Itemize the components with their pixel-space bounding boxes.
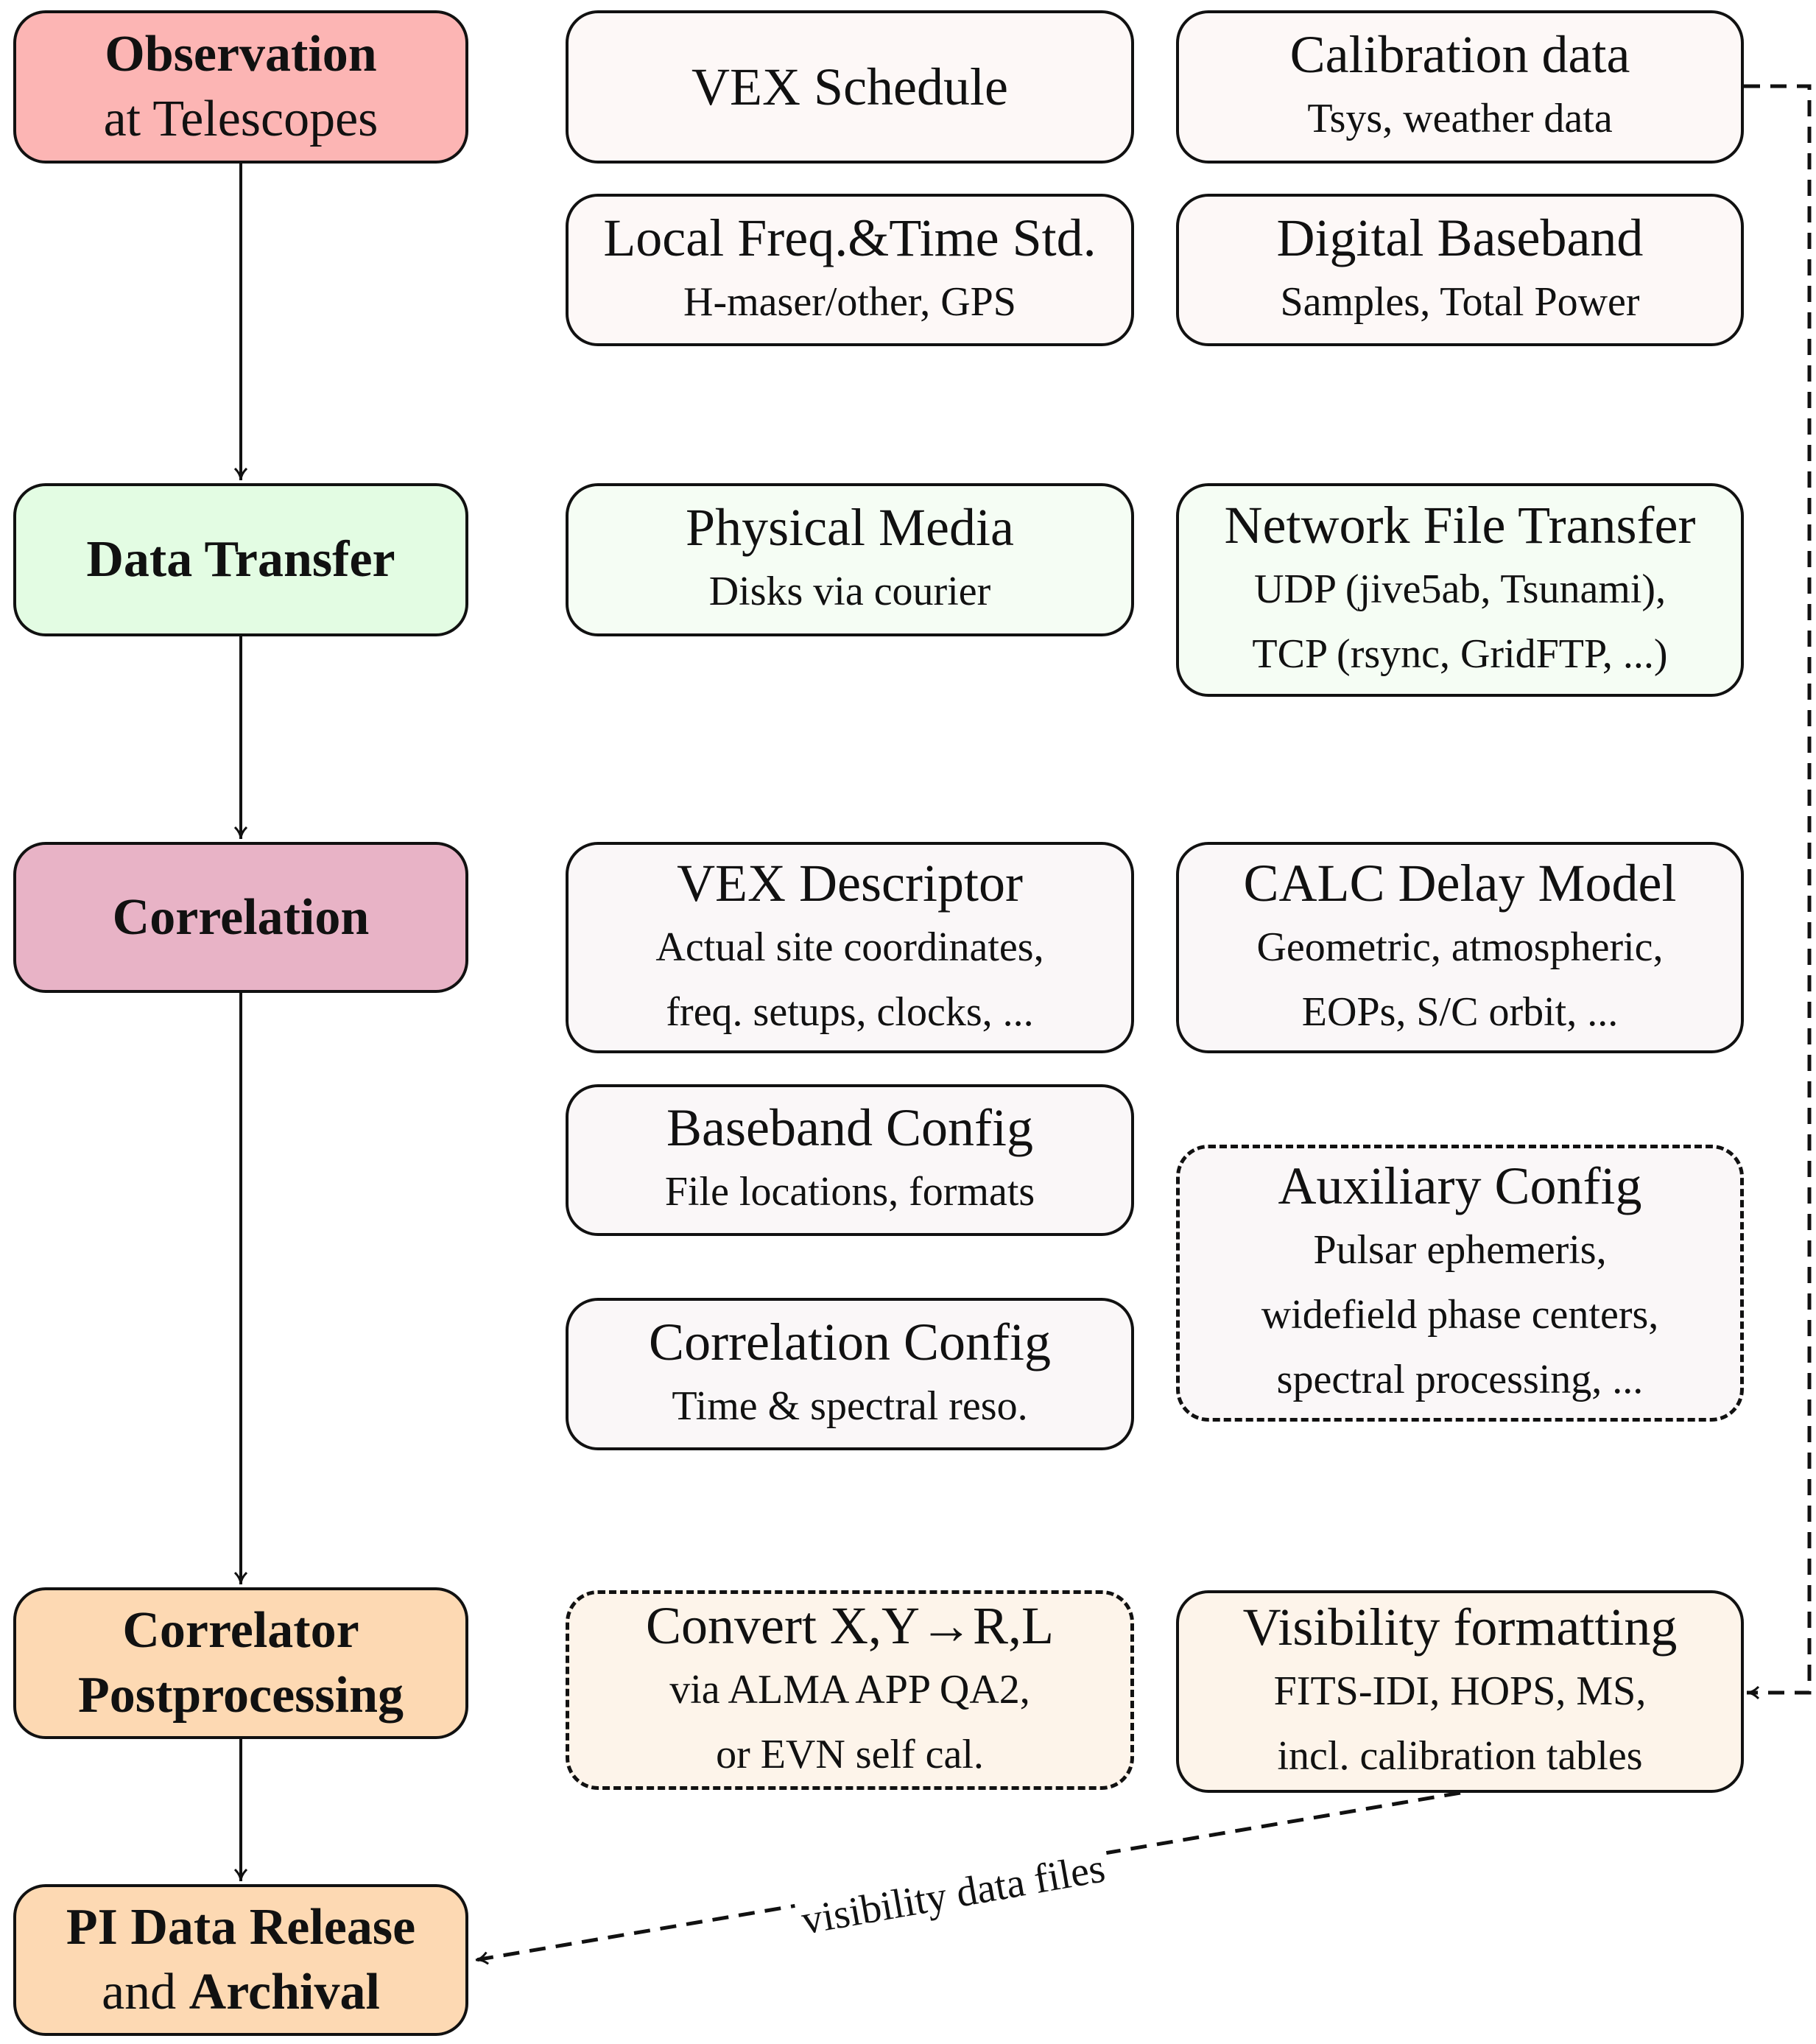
box-calibration-data: Calibration data Tsys, weather data <box>1176 10 1744 164</box>
auxiliary-config-sub1: Pulsar ephemeris, <box>1313 1227 1607 1273</box>
stage-data-transfer: Data Transfer <box>13 483 468 636</box>
vex-schedule-title: VEX Schedule <box>691 57 1008 116</box>
network-transfer-sub2: TCP (rsync, GridFTP, ...) <box>1252 631 1668 677</box>
stage-release-line2-a: and <box>102 1964 189 2020</box>
convert-pol-sub1: via ALMA APP QA2, <box>669 1666 1030 1713</box>
visibility-formatting-title: Visibility formatting <box>1242 1597 1678 1657</box>
stage-postprocessing-line1: Correlator <box>122 1602 359 1659</box>
baseband-config-title: Baseband Config <box>666 1098 1033 1157</box>
correlation-config-title: Correlation Config <box>649 1312 1051 1372</box>
physical-media-sub: Disks via courier <box>708 569 991 614</box>
auxiliary-config-sub2: widefield phase centers, <box>1261 1292 1659 1338</box>
stage-postprocessing-line2: Postprocessing <box>77 1667 404 1724</box>
calc-delay-sub2: EOPs, S/C orbit, ... <box>1301 988 1619 1035</box>
box-correlation-config: Correlation Config Time & spectral reso. <box>566 1298 1134 1450</box>
visibility-formatting-sub2: incl. calibration tables <box>1277 1732 1643 1779</box>
stage-postprocessing: Correlator Postprocessing <box>13 1587 468 1739</box>
convert-pol-sub2: or EVN self cal. <box>716 1731 984 1777</box>
box-vex-descriptor: VEX Descriptor Actual site coordinates, … <box>566 842 1134 1053</box>
vex-descriptor-sub2: freq. setups, clocks, ... <box>666 988 1034 1035</box>
box-auxiliary-config: Auxiliary Config Pulsar ephemeris, widef… <box>1176 1145 1744 1422</box>
stage-release-line2-b: Archival <box>189 1964 380 2020</box>
stage-data-transfer-label: Data Transfer <box>86 531 395 588</box>
box-local-freq: Local Freq.&Time Std. H-maser/other, GPS <box>566 194 1134 346</box>
convert-pol-title: Convert X,Y→R,L <box>646 1595 1054 1655</box>
network-transfer-title: Network File Transfer <box>1224 496 1696 555</box>
stage-release-line1: PI Data Release <box>66 1899 416 1956</box>
calibration-title: Calibration data <box>1289 25 1630 84</box>
vex-descriptor-sub1: Actual site coordinates, <box>655 924 1044 970</box>
calc-delay-title: CALC Delay Model <box>1243 853 1677 913</box>
stage-observation-line1: Observation <box>105 26 377 82</box>
auxiliary-config-title: Auxiliary Config <box>1278 1156 1642 1215</box>
digital-baseband-title: Digital Baseband <box>1276 208 1644 267</box>
calc-delay-sub1: Geometric, atmospheric, <box>1256 924 1664 970</box>
local-freq-sub: H-maser/other, GPS <box>683 278 1016 325</box>
box-vex-schedule: VEX Schedule <box>566 10 1134 164</box>
box-physical-media: Physical Media Disks via courier <box>566 483 1134 636</box>
box-digital-baseband: Digital Baseband Samples, Total Power <box>1176 194 1744 346</box>
dashed-arrow-calibration-to-visibility <box>1744 84 1812 1700</box>
box-network-transfer: Network File Transfer UDP (jive5ab, Tsun… <box>1176 483 1744 697</box>
network-transfer-sub1: UDP (jive5ab, Tsunami), <box>1253 566 1667 612</box>
digital-baseband-sub: Samples, Total Power <box>1280 278 1640 325</box>
auxiliary-config-sub3: spectral processing, ... <box>1276 1357 1644 1402</box>
baseband-config-sub: File locations, formats <box>664 1169 1035 1215</box>
stage-observation: Observation at Telescopes <box>13 10 468 164</box>
correlation-config-sub: Time & spectral reso. <box>672 1383 1028 1429</box>
box-convert-polarization: Convert X,Y→R,L via ALMA APP QA2, or EVN… <box>566 1590 1134 1790</box>
vex-descriptor-title: VEX Descriptor <box>677 853 1023 913</box>
stage-release: PI Data Release and Archival <box>13 1884 468 2036</box>
stage-release-line2: and Archival <box>102 1960 380 2025</box>
calibration-sub: Tsys, weather data <box>1307 96 1613 141</box>
stage-observation-line2: at Telescopes <box>103 91 379 147</box>
box-visibility-formatting: Visibility formatting FITS-IDI, HOPS, MS… <box>1176 1590 1744 1793</box>
stage-correlation-label: Correlation <box>112 888 370 946</box>
visibility-formatting-sub1: FITS-IDI, HOPS, MS, <box>1273 1668 1647 1714</box>
stage-correlation: Correlation <box>13 842 468 993</box>
physical-media-title: Physical Media <box>686 498 1014 557</box>
box-calc-delay-model: CALC Delay Model Geometric, atmospheric,… <box>1176 842 1744 1053</box>
local-freq-title: Local Freq.&Time Std. <box>603 208 1097 267</box>
box-baseband-config: Baseband Config File locations, formats <box>566 1084 1134 1236</box>
